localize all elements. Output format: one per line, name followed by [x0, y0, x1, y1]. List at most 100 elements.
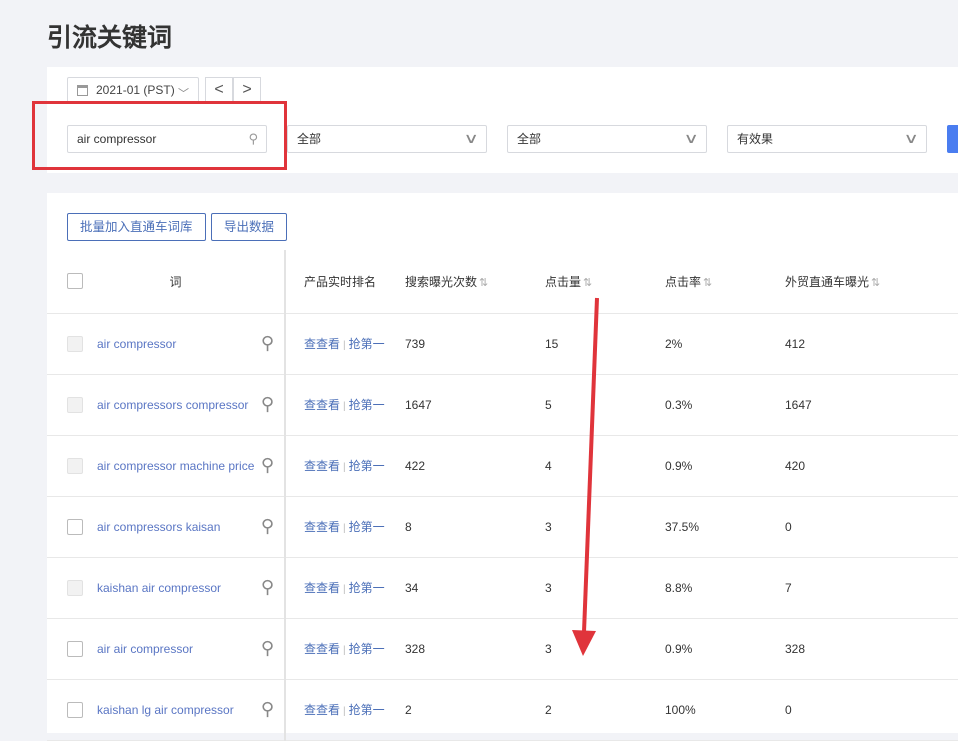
search-button[interactable] — [947, 125, 958, 153]
ctr-cell: 37.5% — [665, 496, 785, 557]
grab-first-link[interactable]: 抢第一 — [349, 520, 385, 534]
col-impressions[interactable]: 搜索曝光次数⇅ — [405, 250, 545, 313]
impressions-cell: 739 — [405, 313, 545, 374]
keyword-table: 词 产品实时排名 搜索曝光次数⇅ 点击量⇅ 点击率⇅ 外贸直通车曝光⇅ air … — [47, 250, 958, 741]
calendar-icon — [77, 85, 88, 96]
p4p-cell: 328 — [785, 618, 958, 679]
search-icon[interactable]: ⚲ — [261, 638, 274, 659]
col-p4p[interactable]: 外贸直通车曝光⇅ — [785, 250, 958, 313]
impressions-cell: 34 — [405, 557, 545, 618]
col-ctr[interactable]: 点击率⇅ — [665, 250, 785, 313]
ctr-cell: 0.9% — [665, 618, 785, 679]
ctr-cell: 2% — [665, 313, 785, 374]
view-link[interactable]: 查查看 — [304, 520, 340, 534]
search-icon[interactable]: ⚲ — [261, 699, 274, 720]
ctr-cell: 0.3% — [665, 374, 785, 435]
grab-first-link[interactable]: 抢第一 — [349, 642, 385, 656]
chevron-down-icon: ∨ — [903, 125, 918, 151]
col-keyword: 词 — [97, 250, 285, 313]
table-row: air compressor machine price ⚲ 查查看|抢第一 42… — [47, 435, 958, 496]
grab-first-link[interactable]: 抢第一 — [349, 459, 385, 473]
select-value: 全部 — [517, 132, 541, 146]
keyword-link[interactable]: kaishan air compressor — [97, 581, 221, 595]
row-checkbox — [67, 458, 83, 474]
impressions-cell: 8 — [405, 496, 545, 557]
keyword-link[interactable]: air compressors compressor — [97, 398, 248, 412]
clicks-cell: 4 — [545, 435, 665, 496]
keyword-link[interactable]: air compressor — [97, 337, 176, 351]
grab-first-link[interactable]: 抢第一 — [349, 703, 385, 717]
divider: | — [343, 462, 346, 473]
clicks-cell: 15 — [545, 313, 665, 374]
search-icon[interactable]: ⚲ — [261, 516, 274, 537]
impressions-cell: 328 — [405, 618, 545, 679]
select-value: 全部 — [297, 132, 321, 146]
keyword-link[interactable]: air compressors kaisan — [97, 520, 220, 534]
page-title: 引流关键词 — [47, 18, 172, 54]
row-checkbox[interactable] — [67, 519, 83, 535]
divider: | — [343, 584, 346, 595]
search-icon[interactable]: ⚲ — [261, 455, 274, 476]
p4p-cell: 0 — [785, 679, 958, 740]
p4p-cell: 412 — [785, 313, 958, 374]
select-all-checkbox[interactable] — [67, 273, 83, 289]
sort-icon: ⇅ — [583, 277, 592, 289]
table-row: air air compressor⚲ 查查看|抢第一 328 3 0.9% 3… — [47, 618, 958, 679]
clicks-cell: 2 — [545, 679, 665, 740]
divider: | — [343, 340, 346, 351]
divider: | — [343, 645, 346, 656]
row-checkbox[interactable] — [67, 702, 83, 718]
row-checkbox — [67, 580, 83, 596]
ctr-cell: 0.9% — [665, 435, 785, 496]
select-value: 有效果 — [737, 132, 773, 146]
table-row: air compressors compressor⚲ 查查看|抢第一 1647… — [47, 374, 958, 435]
date-picker[interactable]: 2021-01 (PST) ﹀ — [67, 77, 199, 103]
col-rank: 产品实时排名 — [285, 250, 405, 313]
search-icon[interactable]: ⚲ — [261, 577, 274, 598]
keyword-table-card: 批量加入直通车词库 导出数据 词 产品实时排名 搜索曝光次数⇅ 点击量⇅ 点击率… — [47, 193, 958, 733]
next-month-button[interactable]: > — [233, 77, 261, 103]
date-value: 2021-01 (PST) — [96, 83, 175, 97]
chevron-down-icon: ∨ — [463, 125, 478, 151]
filter-select-2[interactable]: 全部 ∨ — [507, 125, 707, 153]
ctr-cell: 100% — [665, 679, 785, 740]
p4p-cell: 1647 — [785, 374, 958, 435]
impressions-cell: 1647 — [405, 374, 545, 435]
row-checkbox — [67, 397, 83, 413]
clicks-cell: 3 — [545, 496, 665, 557]
search-icon[interactable]: ⚲ — [261, 333, 274, 354]
keyword-link[interactable]: kaishan lg air compressor — [97, 703, 234, 717]
grab-first-link[interactable]: 抢第一 — [349, 398, 385, 412]
row-checkbox — [67, 336, 83, 352]
keyword-link[interactable]: air air compressor — [97, 642, 193, 656]
impressions-cell: 422 — [405, 435, 545, 496]
view-link[interactable]: 查查看 — [304, 581, 340, 595]
divider: | — [343, 706, 346, 717]
impressions-cell: 2 — [405, 679, 545, 740]
table-row: air compressors kaisan ⚲ 查查看|抢第一 8 3 37.5… — [47, 496, 958, 557]
view-link[interactable]: 查查看 — [304, 703, 340, 717]
annotation-highlight-box — [32, 101, 287, 170]
view-link[interactable]: 查查看 — [304, 337, 340, 351]
table-row: kaishan lg air compressor ⚲ 查查看|抢第一 2 2 1… — [47, 679, 958, 740]
view-link[interactable]: 查查看 — [304, 642, 340, 656]
ctr-cell: 8.8% — [665, 557, 785, 618]
table-row: air compressor ⚲ 查查看|抢第一 739 15 2% 412 — [47, 313, 958, 374]
filter-select-1[interactable]: 全部 ∨ — [287, 125, 487, 153]
effect-select[interactable]: 有效果 ∨ — [727, 125, 927, 153]
export-button[interactable]: 导出数据 — [211, 213, 287, 241]
search-icon[interactable]: ⚲ — [261, 394, 274, 415]
col-clicks[interactable]: 点击量⇅ — [545, 250, 665, 313]
prev-month-button[interactable]: < — [205, 77, 233, 103]
clicks-cell: 5 — [545, 374, 665, 435]
divider: | — [343, 523, 346, 534]
keyword-link[interactable]: air compressor machine price — [97, 459, 254, 473]
sort-icon: ⇅ — [703, 277, 712, 289]
row-checkbox[interactable] — [67, 641, 83, 657]
view-link[interactable]: 查查看 — [304, 398, 340, 412]
batch-add-button[interactable]: 批量加入直通车词库 — [67, 213, 206, 241]
view-link[interactable]: 查查看 — [304, 459, 340, 473]
grab-first-link[interactable]: 抢第一 — [349, 337, 385, 351]
chevron-down-icon: ∨ — [683, 125, 698, 151]
grab-first-link[interactable]: 抢第一 — [349, 581, 385, 595]
